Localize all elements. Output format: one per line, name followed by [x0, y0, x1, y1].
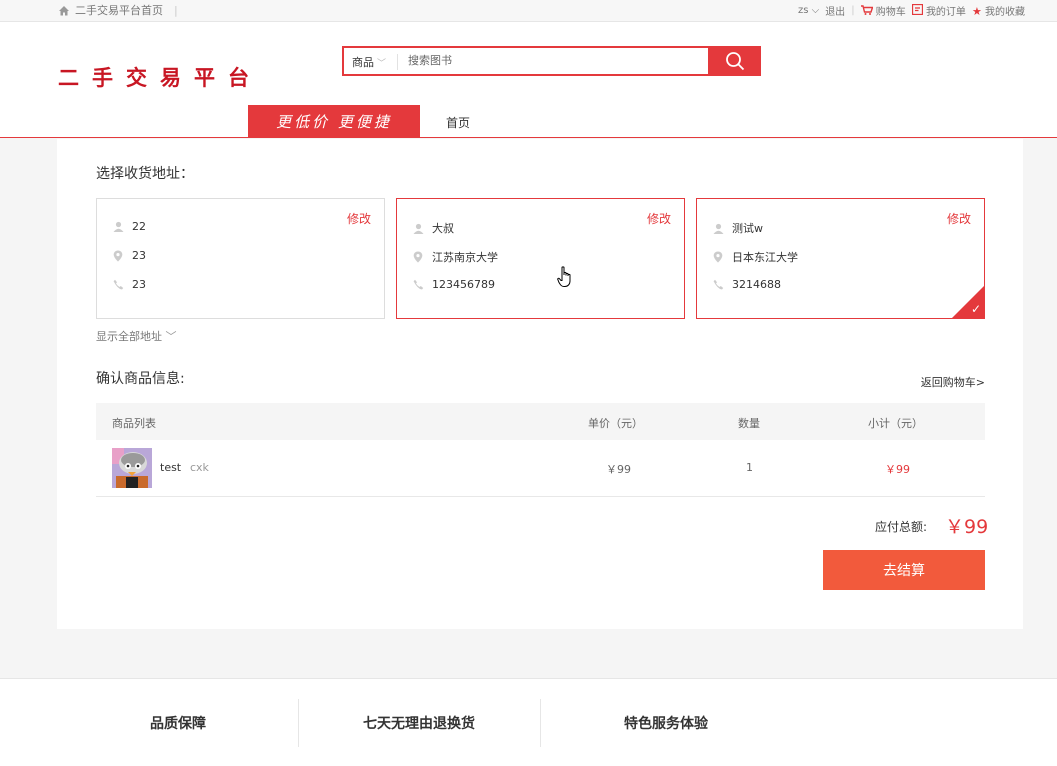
address-phone-line: 3214688 — [712, 278, 781, 291]
cart-link-label: 购物车 — [875, 7, 906, 18]
address-location: 江苏南京大学 — [432, 251, 498, 264]
header: 二手交易平台 商品 ﹀ 搜索图书 更低价 更便捷 首页 — [0, 22, 1057, 138]
orders-link[interactable]: 我的订单 — [911, 3, 966, 18]
username-dropdown[interactable]: zs ⌵ — [798, 5, 819, 16]
table-header: 商品列表 单价（元） 数量 小计（元） — [96, 403, 985, 440]
footer: 品质保障 七天无理由退换货 特色服务体验 — [0, 678, 1057, 766]
address-phone: 23 — [132, 278, 146, 291]
unit-price: ￥99 — [606, 463, 631, 476]
divider: | — [174, 3, 178, 17]
address-name: 测试w — [732, 222, 763, 235]
nav-home-link[interactable]: 首页 — [446, 114, 470, 131]
phone-icon — [412, 279, 424, 290]
search-icon — [725, 52, 744, 71]
quantity: 1 — [746, 461, 753, 474]
address-card[interactable]: 修改 22 23 23 — [96, 198, 385, 319]
favorites-link[interactable]: ★ 我的收藏 — [972, 3, 1025, 18]
user-icon — [112, 221, 124, 232]
address-location: 23 — [132, 249, 146, 262]
search-button[interactable] — [708, 46, 761, 76]
goods-section-title: 确认商品信息: — [96, 371, 185, 387]
slogan-banner: 更低价 更便捷 — [248, 105, 420, 137]
search-input[interactable]: 搜索图书 — [408, 52, 452, 68]
logout-link[interactable]: 退出 — [825, 3, 845, 18]
address-name: 大叔 — [432, 222, 454, 235]
edit-address-link[interactable]: 修改 — [347, 210, 371, 227]
show-all-addresses-toggle[interactable]: 显示全部地址 ﹀ — [96, 328, 177, 344]
address-section-title: 选择收货地址： — [96, 166, 194, 182]
top-bar: 二手交易平台首页 | zs ⌵ 退出 | 购物车 我的订单 ★ 我的收藏 — [0, 0, 1057, 22]
home-link-label: 二手交易平台首页 — [75, 4, 163, 17]
hand-cursor-icon — [557, 266, 571, 287]
search-category-select[interactable]: 商品 ﹀ — [352, 54, 386, 70]
user-menu: zs ⌵ 退出 | 购物车 我的订单 ★ 我的收藏 — [798, 3, 1025, 18]
feature-service: 特色服务体验 — [624, 716, 708, 732]
table-row: test cxk ￥99 1 ￥99 — [96, 440, 985, 497]
cart-link[interactable]: 购物车 — [860, 3, 906, 18]
order-icon — [911, 3, 923, 16]
checkout-panel: 选择收货地址： 修改 22 23 23 修改 大叔 江苏南京大学 1234567… — [57, 139, 1023, 629]
seller-name: cxk — [190, 461, 209, 474]
checkout-button[interactable]: 去结算 — [823, 550, 985, 590]
column-header: 数量 — [738, 417, 760, 430]
column-header: 商品列表 — [112, 417, 156, 430]
feature-quality: 品质保障 — [150, 716, 206, 732]
column-header: 单价（元） — [588, 417, 643, 430]
product-name[interactable]: test — [160, 461, 181, 474]
chevron-down-icon: ﹀ — [165, 330, 177, 343]
address-card[interactable]: 修改 大叔 江苏南京大学 123456789 — [396, 198, 685, 319]
favorites-link-label: 我的收藏 — [985, 7, 1025, 18]
total-amount: ￥99 — [945, 516, 989, 538]
username: zs — [797, 5, 809, 16]
star-icon: ★ — [971, 5, 982, 18]
address-location: 日本东江大学 — [732, 251, 798, 264]
location-pin-icon — [712, 251, 724, 263]
search-category-label: 商品 — [352, 56, 374, 69]
home-icon — [59, 5, 69, 15]
home-link[interactable]: 二手交易平台首页 | — [58, 2, 178, 18]
chevron-down-icon: ⌵ — [808, 5, 820, 16]
cart-icon — [860, 5, 874, 15]
checkmark-icon: ✓ — [970, 302, 981, 316]
product-thumbnail[interactable] — [112, 448, 152, 488]
divider — [397, 54, 398, 70]
edit-address-link[interactable]: 修改 — [647, 210, 671, 227]
address-location-line: 23 — [112, 249, 146, 262]
site-logo[interactable]: 二手交易平台 — [58, 62, 262, 92]
user-icon — [412, 223, 424, 234]
address-phone: 123456789 — [432, 278, 495, 291]
address-name-line: 测试w — [712, 220, 763, 236]
address-phone-line: 123456789 — [412, 278, 495, 291]
subtotal: ￥99 — [885, 463, 910, 476]
column-header: 小计（元） — [868, 417, 923, 430]
address-name: 22 — [132, 220, 146, 233]
location-pin-icon — [112, 250, 124, 262]
orders-link-label: 我的订单 — [925, 7, 966, 18]
address-name-line: 大叔 — [412, 220, 454, 236]
phone-icon — [112, 279, 124, 290]
chevron-down-icon: ﹀ — [377, 59, 387, 69]
divider: | — [851, 5, 855, 16]
user-icon — [712, 223, 724, 234]
address-phone-line: 23 — [112, 278, 146, 291]
address-location-line: 日本东江大学 — [712, 249, 798, 265]
address-location-line: 江苏南京大学 — [412, 249, 498, 265]
feature-returns: 七天无理由退换货 — [363, 716, 475, 732]
edit-address-link[interactable]: 修改 — [947, 210, 971, 227]
location-pin-icon — [412, 251, 424, 263]
phone-icon — [712, 279, 724, 290]
address-card-selected[interactable]: 修改 测试w 日本东江大学 3214688 ✓ — [696, 198, 985, 319]
back-to-cart-link[interactable]: 返回购物车> — [921, 374, 985, 390]
show-all-addresses-label: 显示全部地址 — [96, 330, 162, 343]
address-phone: 3214688 — [732, 278, 781, 291]
total-label: 应付总额: — [875, 520, 928, 534]
search-bar: 商品 ﹀ 搜索图书 — [342, 46, 761, 76]
address-name-line: 22 — [112, 220, 146, 233]
